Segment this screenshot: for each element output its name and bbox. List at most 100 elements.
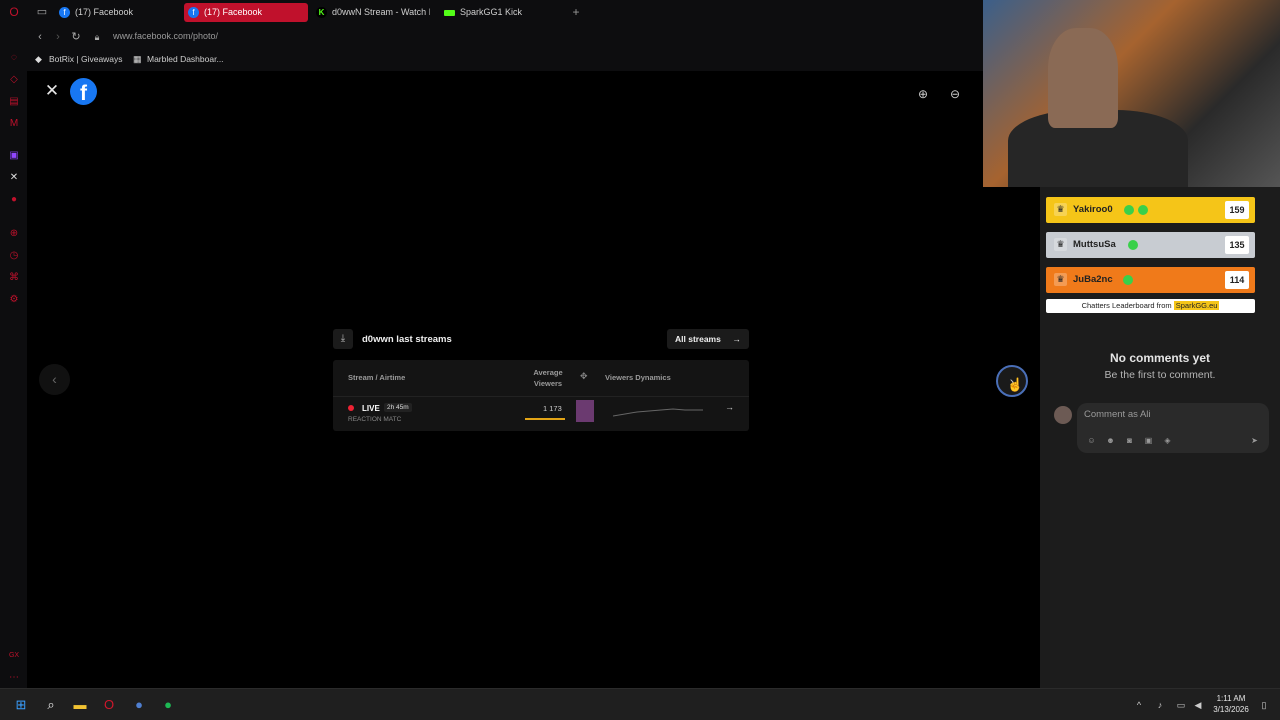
dashboard-icon: ▦ [133, 54, 142, 64]
no-comments-title: No comments yet [1109, 351, 1211, 365]
leaderboard-score: 159 [1225, 201, 1249, 219]
settings-icon[interactable]: ⚙ [8, 294, 20, 306]
leaderboard-brand: SparkGG.eu [1173, 301, 1220, 310]
webcam-person-head [1048, 28, 1118, 128]
live-indicator-icon [348, 405, 354, 411]
forward-button[interactable]: › [52, 31, 64, 43]
notification-icon[interactable]: ▯ [1258, 699, 1270, 711]
bookmark-label: Marbled Dashboar... [147, 54, 224, 64]
badge-icon [1123, 275, 1133, 285]
previous-photo-button[interactable]: ‹ [39, 364, 70, 395]
tab-d0wwn-stream[interactable]: K d0wwN Stream - Watch L [312, 3, 430, 22]
windows-start-icon[interactable]: ⊞ [12, 696, 30, 714]
x-icon[interactable]: ✕ [8, 172, 20, 184]
divider [333, 396, 749, 397]
close-icon[interactable]: ✕ [44, 82, 60, 99]
avg-viewers-bar [525, 418, 565, 420]
avatar[interactable] [1054, 406, 1072, 424]
gif-icon[interactable]: ▣ [1143, 435, 1154, 446]
all-streams-button[interactable]: All streams → [667, 329, 749, 349]
app-icon[interactable]: ● [130, 696, 148, 714]
kick-icon: K [316, 7, 327, 18]
url-field[interactable]: www.facebook.com/photo/ [113, 31, 218, 41]
tab-facebook-1[interactable]: f (17) Facebook [55, 3, 175, 22]
comment-placeholder: Comment as Ali [1084, 409, 1151, 420]
stream-row-arrow-icon[interactable]: → [725, 402, 734, 412]
tab-menu-icon[interactable]: ▭ [36, 6, 48, 18]
no-comments-subtitle: Be the first to comment. [1104, 369, 1216, 381]
emoji-icon[interactable]: ☻ [1105, 435, 1116, 446]
viewers-sparkline [613, 408, 703, 417]
crown-icon: ♛ [1054, 238, 1067, 251]
bookmarks-bar: ◆ BotRix | Giveaways ▦ Marbled Dashboar.… [27, 50, 983, 71]
all-streams-label: All streams [675, 334, 721, 344]
webcam-overlay [983, 0, 1280, 187]
extensions-icon[interactable]: ⌘ [8, 272, 20, 284]
reload-button[interactable]: ↻ [70, 31, 82, 43]
download-icon[interactable]: ⤓ [333, 329, 353, 349]
crown-icon: ♛ [1054, 203, 1067, 216]
leaderboard-row-2: ♛ MuttsuSa 135 [1046, 232, 1255, 258]
sticker-icon[interactable]: ◈ [1162, 435, 1173, 446]
taskbar: ⊞ ⌕ ▬ O ● ● ^ ♪ ▭ ◀ 1:11 AM 3/13/2026 ▯ [0, 688, 1280, 720]
opera-gx-icon[interactable]: O [100, 696, 118, 714]
gx-mail-icon[interactable]: M [8, 118, 20, 130]
new-tab-button[interactable]: + [570, 6, 582, 18]
sort-icon[interactable]: ✥ [580, 371, 588, 382]
send-icon[interactable]: ➤ [1249, 435, 1260, 446]
comment-input[interactable]: Comment as Ali ☺ ☻ ◙ ▣ ◈ ➤ [1077, 403, 1269, 453]
badge-icon [1128, 240, 1138, 250]
leaderboard-name: JuBa2nc [1073, 274, 1113, 285]
leaderboard-footer-text: Chatters Leaderboard from [1081, 301, 1172, 310]
stream-subtitle: REACTION MATC [348, 416, 402, 423]
tab-label: (17) Facebook [75, 7, 134, 17]
camera-icon[interactable]: ◙ [1124, 435, 1135, 446]
tab-facebook-2[interactable]: f (17) Facebook [184, 3, 308, 22]
tab-sparkgg[interactable]: SparkGG1 Kick [440, 3, 558, 22]
file-explorer-icon[interactable]: ▬ [71, 696, 89, 714]
leaderboard-footer: Chatters Leaderboard from SparkGG.eu [1046, 299, 1255, 313]
back-button[interactable]: ‹ [34, 31, 46, 43]
bookmark-marbled[interactable]: ▦ Marbled Dashboar... [133, 54, 224, 64]
bag-icon[interactable]: ◇ [8, 74, 20, 86]
search-icon[interactable]: ⌕ [42, 696, 60, 714]
mouse-cursor-icon: ☝ [1007, 377, 1024, 392]
tab-label: d0wwN Stream - Watch L [332, 7, 430, 17]
streams-card-title: d0wwn last streams [362, 334, 452, 345]
streams-card-header: ⤓ d0wwn last streams All streams → [333, 329, 749, 351]
tab-bar: ▭ f (17) Facebook f (17) Facebook K d0ww… [27, 0, 983, 25]
stream-thumbnail[interactable] [576, 400, 594, 422]
facebook-icon: f [59, 7, 70, 18]
gx-icon[interactable]: GX [8, 650, 20, 662]
tab-label: (17) Facebook [204, 7, 263, 17]
network-icon[interactable]: ▭ [1175, 699, 1187, 711]
stream-duration: 2h 45m [384, 403, 412, 412]
opera-logo-icon[interactable]: O [8, 6, 20, 18]
screen: O ◌ ◇ ▤ M ▣ ✕ ● ⊕ ◷ ⌘ ⚙ GX ⋯ ▭ f (17) Fa… [0, 0, 1280, 720]
zoom-out-icon[interactable]: ⊖ [947, 86, 963, 102]
bookmark-botrix[interactable]: ◆ BotRix | Giveaways [35, 54, 123, 64]
news-icon[interactable]: ▤ [8, 96, 20, 108]
column-header-stream: Stream / Airtime [348, 373, 406, 382]
facebook-logo[interactable]: f [70, 78, 97, 105]
discord-icon[interactable]: ● [8, 194, 20, 206]
avatar-sticker-icon[interactable]: ☺ [1086, 435, 1097, 446]
browser-sidebar: O ◌ ◇ ▤ M ▣ ✕ ● ⊕ ◷ ⌘ ⚙ GX ⋯ [0, 0, 27, 688]
spotify-icon[interactable]: ● [159, 696, 177, 714]
add-icon[interactable]: ⊕ [8, 228, 20, 240]
badge-icon [1124, 205, 1134, 215]
twitch-icon[interactable]: ▣ [8, 150, 20, 162]
microphone-icon[interactable]: ♪ [1154, 699, 1166, 711]
volume-icon[interactable]: ◀ [1192, 699, 1204, 711]
comments-panel: ♛ Yakiroo0 159 ♛ MuttsuSa 135 ♛ JuBa2nc … [1040, 187, 1280, 688]
leaderboard-score: 135 [1225, 236, 1249, 254]
zoom-in-icon[interactable]: ⊕ [915, 86, 931, 102]
live-status: LIVE [362, 404, 380, 413]
chevron-up-icon[interactable]: ^ [1133, 699, 1145, 711]
system-clock[interactable]: 1:11 AM 3/13/2026 [1208, 693, 1254, 715]
history-icon[interactable]: ◷ [8, 250, 20, 262]
more-icon[interactable]: ⋯ [8, 672, 20, 684]
aria-icon[interactable]: ◌ [8, 52, 20, 64]
streams-table: Stream / Airtime Average Viewers ✥ Viewe… [333, 360, 749, 431]
spark-icon [444, 10, 455, 16]
